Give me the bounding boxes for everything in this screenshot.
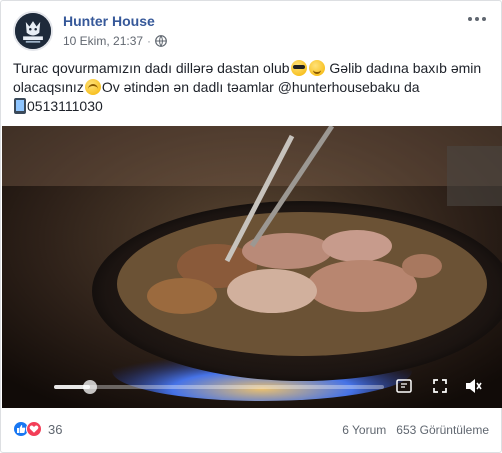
- views-count[interactable]: 653 Görüntüleme: [396, 423, 489, 437]
- globe-icon: [155, 35, 167, 47]
- post-options-button[interactable]: [467, 11, 487, 27]
- more-dot-icon: [482, 17, 486, 21]
- page-name-link[interactable]: Hunter House: [63, 13, 155, 29]
- smile-emoji-icon: [308, 60, 325, 76]
- reaction-count: 36: [48, 421, 63, 437]
- mute-icon[interactable]: [463, 376, 483, 396]
- video-controls: [2, 369, 502, 405]
- more-dot-icon: [475, 17, 479, 21]
- phone-number-text: 0513111030: [27, 98, 103, 114]
- reactions-summary[interactable]: 36: [13, 421, 62, 437]
- post-text-fragment: Ov ətindən ən dadlı təamlar @hunterhouse…: [101, 79, 420, 95]
- video-player[interactable]: [2, 126, 502, 408]
- love-reaction-icon: [26, 421, 42, 437]
- comments-count-link[interactable]: 6 Yorum: [342, 423, 386, 437]
- sunglasses-emoji-icon: [290, 60, 307, 76]
- post-footer: 36 6 Yorum 653 Görüntüleme: [13, 416, 491, 442]
- post-text-fragment: olacaqsınız: [13, 79, 84, 95]
- post-text-fragment: Gəlib dadına baxıb əmin: [325, 60, 482, 76]
- hunter-house-logo-icon: [15, 13, 51, 49]
- post-text-line-2: olacaqsınız Ov ətindən ən dadlı təamlar @…: [13, 78, 493, 97]
- post-meta: 10 Ekim, 21:37 ·: [63, 34, 167, 48]
- more-dot-icon: [468, 17, 472, 21]
- video-frame-image: [2, 126, 502, 408]
- post-timestamp[interactable]: 10 Ekim, 21:37: [63, 34, 143, 48]
- post-text-fragment: Turac qovurmamızın dadı dillərə dastan o…: [13, 60, 290, 76]
- post-stats: 6 Yorum 653 Görüntüleme: [342, 423, 489, 437]
- video-progress-knob[interactable]: [83, 380, 98, 394]
- mobile-phone-emoji-icon: [14, 98, 26, 114]
- settings-icon[interactable]: [394, 376, 414, 396]
- fullscreen-icon[interactable]: [430, 376, 450, 396]
- meta-separator: ·: [147, 34, 152, 48]
- post-header: Hunter House 10 Ekim, 21:37 ·: [11, 9, 491, 53]
- hugging-emoji-icon: [84, 79, 101, 95]
- post-text-line-3: 0513111030: [13, 97, 493, 116]
- page-avatar[interactable]: [13, 11, 53, 51]
- post-text: Turac qovurmamızın dadı dillərə dastan o…: [13, 59, 493, 116]
- post-text-line-1: Turac qovurmamızın dadı dillərə dastan o…: [13, 59, 493, 78]
- video-progress-bar[interactable]: [54, 380, 384, 394]
- video-post: Hunter House 10 Ekim, 21:37 · Turac qovu…: [0, 0, 502, 453]
